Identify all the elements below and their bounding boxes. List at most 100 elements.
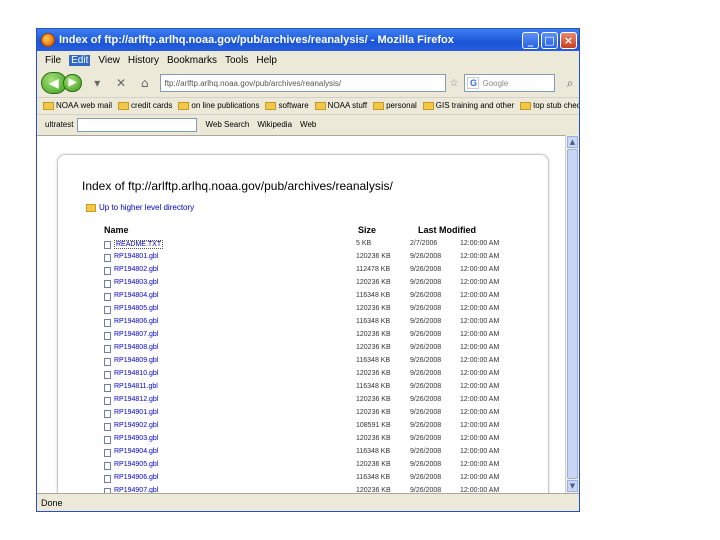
page-title: Index of ftp://arlftp.arlhq.noaa.gov/pub… <box>82 179 393 193</box>
file-name-link[interactable]: RP194803.gbl <box>114 279 158 286</box>
file-icon <box>104 332 111 340</box>
column-header-modified: Last Modified <box>418 225 476 235</box>
file-time: 12:00:00 AM <box>460 383 500 390</box>
table-row: RP194811.gbl 116348 KB 9/26/2008 12:00:00 A… <box>102 382 522 395</box>
table-row: RP194901.gbl 120236 KB 9/26/2008 12:00:00 A… <box>102 408 522 421</box>
close-button[interactable]: × <box>560 31 577 49</box>
file-date: 9/26/2008 <box>410 474 442 481</box>
bookmark-item[interactable]: GIS training and other <box>422 101 514 110</box>
bookmark-item[interactable]: credit cards <box>118 101 172 110</box>
menu-tools[interactable]: Tools <box>225 55 248 66</box>
title-bar[interactable]: Index of ftp://arlftp.arlhq.noaa.gov/pub… <box>37 29 579 51</box>
bookmark-label: credit cards <box>131 101 173 110</box>
bookmark-item[interactable]: top stub checks <box>520 101 579 110</box>
table-row: RP194904.gbl 116348 KB 9/26/2008 12:00:00 A… <box>102 447 522 460</box>
file-date: 9/26/2008 <box>410 279 442 286</box>
toolbar-label[interactable]: ultratest <box>45 120 73 129</box>
menu-bookmarks[interactable]: Bookmarks <box>167 55 217 66</box>
file-size: 120236 KB <box>356 461 391 468</box>
file-name-link[interactable]: RP194810.gbl <box>114 370 158 377</box>
column-header-size: Size <box>358 225 377 235</box>
bookmark-item[interactable]: NOAA stuff <box>314 101 367 110</box>
bookmark-item[interactable]: on line publications <box>178 101 259 110</box>
file-name-link[interactable]: RP194904.gbl <box>114 448 158 455</box>
file-name-link[interactable]: RP194902.gbl <box>114 422 158 429</box>
file-size: 120236 KB <box>356 370 391 377</box>
table-row: RP194805.gbl 120236 KB 9/26/2008 12:00:00 A… <box>102 304 522 317</box>
history-dropdown-icon[interactable]: ▾ <box>88 74 106 92</box>
url-text: ftp://arlftp.arlhq.noaa.gov/pub/archives… <box>164 78 342 88</box>
bookmark-item[interactable]: NOAA web mail <box>43 101 112 110</box>
file-size: 116348 KB <box>356 383 391 390</box>
window-title: Index of ftp://arlftp.arlhq.noaa.gov/pub… <box>59 34 454 46</box>
file-icon <box>104 410 111 418</box>
file-date: 9/26/2008 <box>410 318 442 325</box>
file-icon <box>104 436 111 444</box>
file-date: 9/26/2008 <box>410 253 442 260</box>
search-icon[interactable]: ⌕ <box>561 74 579 92</box>
folder-up-icon <box>86 203 96 212</box>
menu-view[interactable]: View <box>98 55 120 66</box>
up-directory-link[interactable]: Up to higher level directory <box>86 203 194 212</box>
table-row: RP194802.gbl 112478 KB 9/26/2008 12:00:00 A… <box>102 265 522 278</box>
scroll-down-arrow[interactable]: ▼ <box>567 480 578 492</box>
web-button[interactable]: Web <box>300 120 316 129</box>
browser-window: Index of ftp://arlftp.arlhq.noaa.gov/pub… <box>36 28 580 512</box>
web-search-button[interactable]: Web Search <box>205 120 249 129</box>
file-name-link[interactable]: RP194806.gbl <box>114 318 158 325</box>
file-name-link[interactable]: RP194906.gbl <box>114 474 158 481</box>
home-icon[interactable]: ⌂ <box>136 74 154 92</box>
menu-help[interactable]: Help <box>256 55 277 66</box>
wikipedia-button[interactable]: Wikipedia <box>257 120 292 129</box>
file-date: 9/26/2008 <box>410 435 442 442</box>
file-date: 9/26/2008 <box>410 396 442 403</box>
menu-file[interactable]: File <box>45 55 61 66</box>
file-date: 9/26/2008 <box>410 344 442 351</box>
file-name-link[interactable]: RP194812.gbl <box>114 396 158 403</box>
menu-history[interactable]: History <box>128 55 159 66</box>
bookmark-star-icon[interactable]: ☆ <box>450 78 459 89</box>
google-icon[interactable]: G <box>467 77 480 89</box>
file-name-link[interactable]: RP194807.gbl <box>114 331 158 338</box>
table-row: RP194809.gbl 116348 KB 9/26/2008 12:00:00 A… <box>102 356 522 369</box>
file-name-link[interactable]: RP194805.gbl <box>114 305 158 312</box>
status-text: Done <box>41 497 63 508</box>
file-name-link[interactable]: RP194811.gbl <box>114 383 158 390</box>
forward-button[interactable]: ▶ <box>62 74 83 92</box>
file-date: 9/26/2008 <box>410 370 442 377</box>
file-icon <box>104 319 111 327</box>
minimize-button[interactable]: _ <box>522 31 539 49</box>
file-name-link[interactable]: RP194903.gbl <box>114 435 158 442</box>
file-name-link[interactable]: RP194802.gbl <box>114 266 158 273</box>
file-size: 120236 KB <box>356 344 391 351</box>
bookmark-label: on line publications <box>191 101 260 110</box>
file-name-link[interactable]: README.TXT <box>114 240 164 249</box>
scroll-up-arrow[interactable]: ▲ <box>567 136 578 148</box>
folder-icon <box>118 101 130 110</box>
file-name-link[interactable]: RP194801.gbl <box>114 253 158 260</box>
stop-icon[interactable]: ✕ <box>112 74 130 92</box>
vertical-scrollbar[interactable]: ▲ ▼ <box>565 135 579 493</box>
search-input[interactable]: G Google <box>464 74 556 92</box>
file-name-link[interactable]: RP194808.gbl <box>114 344 158 351</box>
scroll-thumb[interactable] <box>567 149 578 479</box>
file-name-link[interactable]: RP194905.gbl <box>114 461 158 468</box>
table-row: RP194803.gbl 120236 KB 9/26/2008 12:00:00 A… <box>102 278 522 291</box>
file-time: 12:00:00 AM <box>460 305 500 312</box>
table-row: RP194801.gbl 120236 KB 9/26/2008 12:00:00 A… <box>102 252 522 265</box>
url-input[interactable]: ftp://arlftp.arlhq.noaa.gov/pub/archives… <box>159 74 446 92</box>
file-time: 12:00:00 AM <box>460 370 500 377</box>
table-row: RP194810.gbl 120236 KB 9/26/2008 12:00:00 A… <box>102 369 522 382</box>
bookmark-label: personal <box>386 101 417 110</box>
file-name-link[interactable]: RP194901.gbl <box>114 409 158 416</box>
table-row: RP194806.gbl 116348 KB 9/26/2008 12:00:00 A… <box>102 317 522 330</box>
toolbar-search-input[interactable] <box>77 117 198 132</box>
file-name-link[interactable]: RP194809.gbl <box>114 357 158 364</box>
file-name-link[interactable]: RP194804.gbl <box>114 292 158 299</box>
file-date: 2/7/2006 <box>410 240 438 247</box>
navigation-toolbar: ◀ ▶ ▾ ✕ ⌂ ftp://arlftp.arlhq.noaa.gov/pu… <box>37 69 579 97</box>
menu-edit[interactable]: Edit <box>69 54 91 66</box>
maximize-button[interactable]: □ <box>541 31 558 49</box>
bookmark-item[interactable]: personal <box>373 101 417 110</box>
bookmark-item[interactable]: software <box>265 101 309 110</box>
